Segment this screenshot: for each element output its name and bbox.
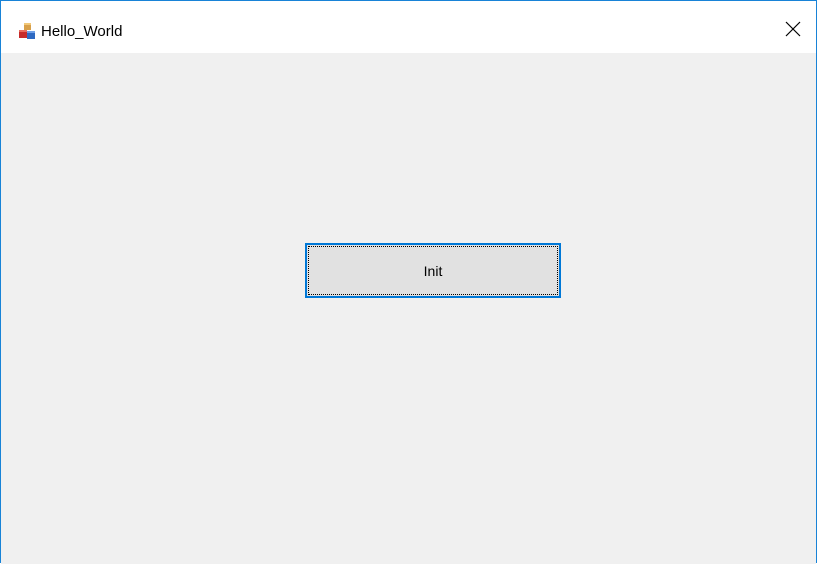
init-button[interactable]: Init xyxy=(305,243,561,298)
close-button[interactable] xyxy=(770,10,816,53)
window-title: Hello_World xyxy=(41,23,123,40)
app-cubes-icon xyxy=(18,22,36,40)
app-window: Hello_World Init xyxy=(0,0,817,564)
client-area: Init xyxy=(1,53,816,564)
init-button-label: Init xyxy=(423,262,443,279)
title-bar[interactable]: Hello_World xyxy=(1,1,816,53)
close-icon xyxy=(785,21,801,42)
